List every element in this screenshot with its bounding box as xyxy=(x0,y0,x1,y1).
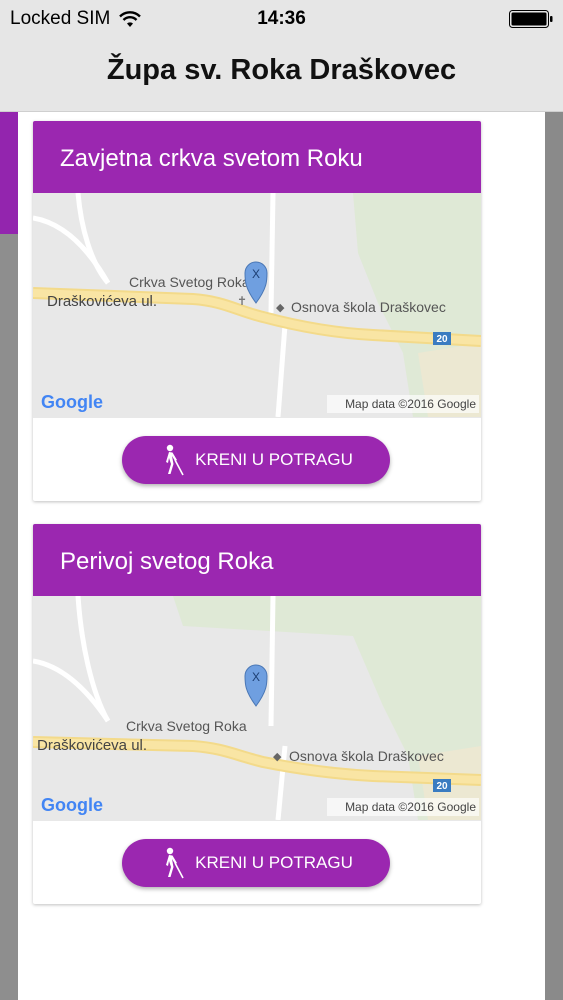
church-map-label: Crkva Svetog Roka xyxy=(129,274,250,290)
start-quest-label: KRENI U POTRAGU xyxy=(195,853,353,872)
start-quest-button[interactable]: KRENI U POTRAGU xyxy=(122,839,390,887)
right-edge-panel xyxy=(545,112,563,1000)
nav-bar: Župa sv. Roka Draškovec xyxy=(0,38,563,112)
map-attribution: Map data ©2016 Google xyxy=(345,800,476,814)
left-edge-accent xyxy=(0,112,18,234)
school-poi-icon: ◆ xyxy=(276,301,285,314)
card-footer: KRENI U POTRAGU xyxy=(33,417,481,501)
road-number-label: 20 xyxy=(436,781,448,792)
map-view[interactable]: 20 Crkva Svetog Roka Draškovićeva ul. ✝ … xyxy=(33,193,481,417)
church-map-label: Crkva Svetog Roka xyxy=(126,718,247,734)
school-map-label: Osnova škola Draškovec xyxy=(291,299,446,315)
location-card: Zavjetna crkva svetom Roku 20 Crkva Svet… xyxy=(33,121,481,501)
street-map-label: Draškovićeva ul. xyxy=(47,293,157,310)
school-map-label: Osnova škola Draškovec xyxy=(289,748,444,764)
street-map-label: Draškovićeva ul. xyxy=(37,737,147,754)
school-poi-icon: ◆ xyxy=(273,750,282,763)
walking-person-icon xyxy=(166,444,184,476)
google-logo: Google xyxy=(41,795,103,815)
marker-letter: X xyxy=(252,670,260,684)
map-attribution: Map data ©2016 Google xyxy=(345,397,476,411)
road-number-label: 20 xyxy=(436,334,448,345)
card-footer: KRENI U POTRAGU xyxy=(33,820,481,904)
status-bar: Locked SIM 14:36 xyxy=(0,0,563,38)
map-view[interactable]: 20 Crkva Svetog Roka Draškovićeva ul. ◆ … xyxy=(33,596,481,820)
start-quest-button[interactable]: KRENI U POTRAGU xyxy=(122,436,390,484)
card-title: Zavjetna crkva svetom Roku xyxy=(33,121,481,193)
google-logo: Google xyxy=(41,392,103,412)
walking-person-icon xyxy=(166,847,184,879)
battery-icon xyxy=(509,10,553,28)
card-title: Perivoj svetog Roka xyxy=(33,524,481,596)
church-poi-icon: ✝ xyxy=(237,294,247,308)
content-scroll[interactable]: Zavjetna crkva svetom Roku 20 Crkva Svet… xyxy=(18,112,545,1000)
marker-letter: X xyxy=(252,267,260,281)
start-quest-label: KRENI U POTRAGU xyxy=(195,450,353,469)
page-title: Župa sv. Roka Draškovec xyxy=(106,54,457,86)
location-card: Perivoj svetog Roka 20 Crkva Svetog Roka… xyxy=(33,524,481,904)
left-edge-panel xyxy=(0,112,18,1000)
status-time: 14:36 xyxy=(257,8,306,29)
